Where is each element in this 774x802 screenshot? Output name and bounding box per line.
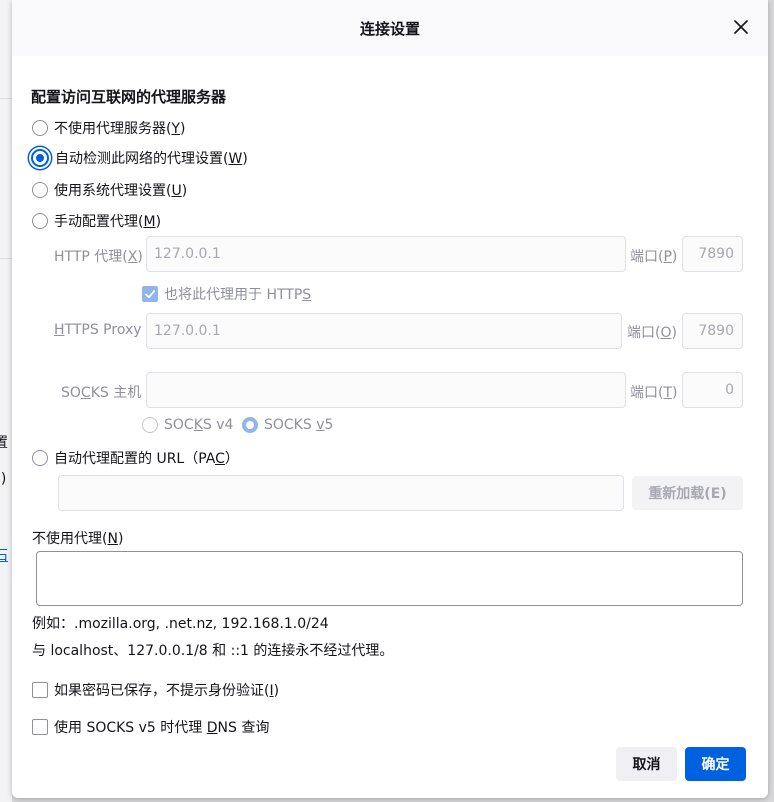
checkbox[interactable] [32, 682, 48, 698]
background-link[interactable]: 石 [0, 545, 8, 565]
radio-label: 自动代理配置的 URL（PAC） [54, 451, 239, 467]
connection-settings-dialog: 连接设置 配置访问互联网的代理服务器 不使用代理服务器(Y) 自动检测此网络的代… [12, 0, 768, 798]
no-proxy-example: 例如：.mozilla.org, .net.nz, 192.168.1.0/24 [32, 616, 329, 632]
radio-auto-detect[interactable]: 自动检测此网络的代理设置(W) [31, 148, 248, 168]
radio-button-selected[interactable] [242, 417, 258, 433]
checkbox[interactable] [32, 719, 48, 735]
dialog-title: 连接设置 [359, 20, 420, 38]
checkbox-also-https[interactable]: 也将此代理用于 HTTPS [142, 284, 311, 304]
radio-label: SOCKS v5 [264, 417, 334, 433]
https-proxy-input[interactable] [146, 313, 622, 349]
radio-button[interactable] [32, 182, 48, 198]
close-icon [734, 20, 748, 34]
radio-label: 使用系统代理设置(U) [54, 183, 188, 199]
dialog-titlebar: 连接设置 [12, 0, 768, 56]
reload-button[interactable]: 重新加载(E) [632, 476, 743, 510]
radio-no-proxy[interactable]: 不使用代理服务器(Y) [32, 118, 186, 138]
background-text: j) [0, 471, 7, 487]
checkbox-label: 如果密码已保存，不提示身份验证(I) [54, 683, 280, 699]
pac-url-input[interactable] [58, 475, 624, 511]
https-port-label: 端口(O) [627, 325, 677, 341]
radio-label: 不使用代理服务器(Y) [54, 121, 186, 137]
radio-label: 自动检测此网络的代理设置(W) [55, 151, 248, 167]
radio-button[interactable] [32, 213, 48, 229]
no-proxy-note: 与 localhost、127.0.0.1/8 和 ::1 的连接永不经过代理。 [32, 643, 394, 659]
checkbox[interactable] [142, 286, 158, 302]
radio-pac[interactable]: 自动代理配置的 URL（PAC） [32, 448, 239, 468]
https-port-input[interactable] [682, 313, 743, 349]
no-proxy-textarea[interactable] [36, 551, 743, 606]
socks-host-label: SOCKS 主机 [61, 385, 142, 401]
radio-label: 手动配置代理(M) [54, 214, 162, 230]
http-proxy-label: HTTP 代理(X) [54, 249, 143, 265]
radio-socks-v5[interactable]: SOCKS v5 [242, 417, 333, 433]
ok-button[interactable]: 确定 [685, 747, 746, 781]
radio-system-proxy[interactable]: 使用系统代理设置(U) [32, 180, 187, 200]
radio-button[interactable] [142, 417, 158, 433]
divider [0, 258, 12, 259]
socks-port-label: 端口(T) [630, 385, 678, 401]
radio-button[interactable] [32, 450, 48, 466]
checkbox-socks-dns[interactable]: 使用 SOCKS v5 时代理 DNS 查询 [32, 717, 269, 737]
http-port-label: 端口(P) [630, 249, 678, 265]
radio-label: SOCKS v4 [164, 417, 234, 433]
section-heading: 配置访问互联网的代理服务器 [31, 88, 227, 106]
https-proxy-label: HTTPS Proxy [54, 322, 142, 338]
cancel-button[interactable]: 取消 [616, 747, 677, 781]
socks-port-input[interactable] [682, 372, 743, 408]
radio-socks-v4[interactable]: SOCKS v4 [142, 417, 233, 433]
no-proxy-label: 不使用代理(N) [32, 531, 124, 547]
radio-button[interactable] [32, 120, 48, 136]
checkbox-no-auth-prompt[interactable]: 如果密码已保存，不提示身份验证(I) [32, 680, 279, 700]
radio-manual-proxy[interactable]: 手动配置代理(M) [32, 211, 161, 231]
checkmark-icon [145, 290, 156, 299]
close-button[interactable] [728, 14, 754, 40]
socks-host-input[interactable] [146, 372, 626, 408]
checkbox-label: 使用 SOCKS v5 时代理 DNS 查询 [54, 720, 270, 736]
radio-button-selected[interactable] [31, 149, 49, 167]
checkbox-label: 也将此代理用于 HTTPS [164, 287, 312, 303]
http-port-input[interactable] [682, 236, 743, 272]
background-window: 置 j) 石 [0, 0, 12, 802]
http-proxy-input[interactable] [146, 236, 626, 272]
divider [0, 98, 12, 99]
background-text: 置 [0, 435, 8, 451]
